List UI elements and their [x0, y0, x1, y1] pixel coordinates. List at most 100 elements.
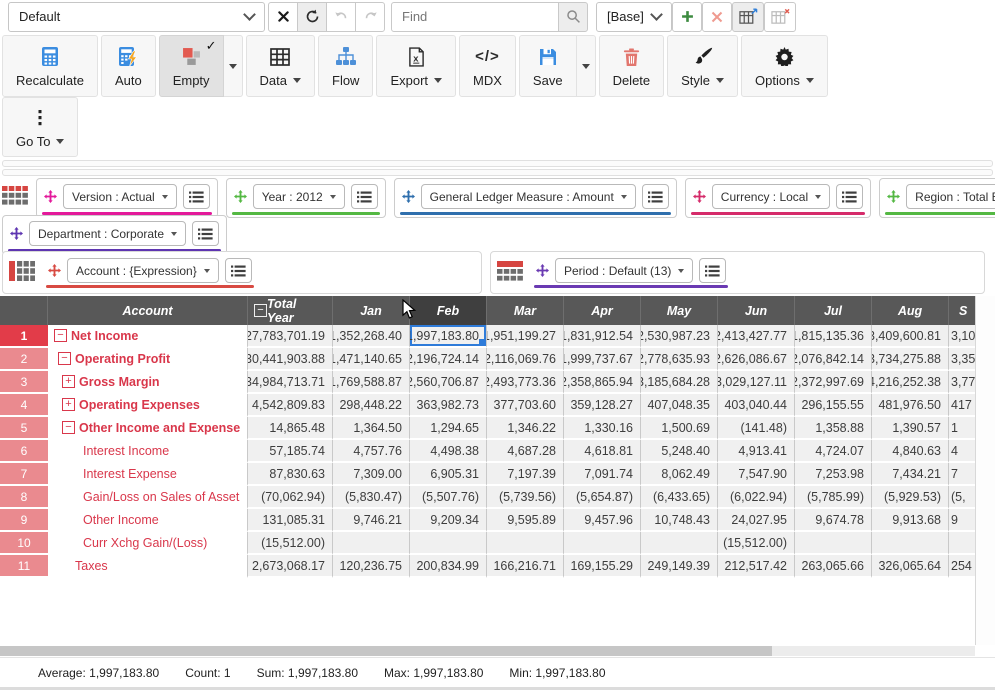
redo-button[interactable] [355, 2, 385, 32]
grid-cell[interactable]: 7,091.74 [564, 463, 641, 486]
grid-cell[interactable]: 298,448.22 [333, 394, 410, 417]
base-select[interactable]: [Base] [596, 2, 672, 32]
column-header-apr[interactable]: Apr [564, 296, 641, 325]
column-header-feb[interactable]: Feb [410, 296, 487, 325]
goto-button[interactable]: Go To [2, 97, 78, 157]
grid-cell[interactable]: 1,390.57 [872, 417, 949, 440]
row-header-11[interactable]: 11 [0, 555, 48, 578]
grid-cell[interactable]: 377,703.60 [487, 394, 564, 417]
chip-department-select[interactable]: Department : Corporate [29, 221, 186, 246]
grid-cell[interactable]: 7,434.21 [872, 463, 949, 486]
expand-icon[interactable]: + [62, 375, 75, 388]
chip-department-member-list-button[interactable] [192, 221, 219, 246]
grid-cell[interactable]: 1,471,140.65 [333, 348, 410, 371]
chip-version-select[interactable]: Version : Actual [63, 184, 177, 209]
grid-cell[interactable]: 1,294.65 [410, 417, 487, 440]
grid-cell[interactable]: 7 [949, 463, 975, 486]
auto-button[interactable]: Auto [101, 35, 156, 97]
collapse-icon[interactable]: − [58, 352, 71, 365]
grid-cell[interactable]: 3,029,127.11 [718, 371, 795, 394]
grid-cell[interactable]: 57,185.74 [248, 440, 333, 463]
grid-cell[interactable]: 30,441,903.88 [248, 348, 333, 371]
account-cell[interactable]: Other Income [48, 509, 248, 532]
collapse-icon[interactable]: − [54, 329, 67, 342]
chip-account-select[interactable]: Account : {Expression} [67, 258, 219, 283]
save-dropdown-button[interactable] [576, 35, 596, 97]
grid-cell[interactable]: 2,116,069.76 [487, 348, 564, 371]
flow-button[interactable]: Flow [318, 35, 373, 97]
save-button[interactable]: Save [519, 35, 577, 97]
grid-cell[interactable]: 9,595.89 [487, 509, 564, 532]
chip-currency-member-list-button[interactable] [836, 184, 863, 209]
grid-cell[interactable]: 200,834.99 [410, 555, 487, 578]
grid-cell[interactable]: (5,654.87) [564, 486, 641, 509]
grid-cell[interactable]: 7,197.39 [487, 463, 564, 486]
horizontal-scrollbar[interactable] [0, 646, 975, 656]
column-header-may[interactable]: May [641, 296, 718, 325]
grid-cell[interactable]: 254 [949, 555, 975, 578]
chip-measure-member-list-button[interactable] [642, 184, 669, 209]
grid-cell[interactable]: 3,734,275.88 [872, 348, 949, 371]
grid-cell[interactable]: (5,830.47) [333, 486, 410, 509]
grid-cell[interactable]: 2,493,773.36 [487, 371, 564, 394]
row-header-3[interactable]: 3 [0, 371, 48, 394]
empty-dropdown-button[interactable] [223, 35, 243, 97]
grid-cell[interactable]: (5,507.76) [410, 486, 487, 509]
grid-cell[interactable]: 2,372,997.69 [795, 371, 872, 394]
grid-cell[interactable]: 120,236.75 [333, 555, 410, 578]
grid-cell[interactable]: 3,774 [949, 371, 975, 394]
grid-cell[interactable]: 166,216.71 [487, 555, 564, 578]
row-header-2[interactable]: 2 [0, 348, 48, 371]
grid-cell[interactable]: 4 [949, 440, 975, 463]
grid-cell[interactable]: 7,253.98 [795, 463, 872, 486]
grid-cell[interactable]: 6,905.31 [410, 463, 487, 486]
grid-cell[interactable]: 359,128.27 [564, 394, 641, 417]
grid-cell[interactable]: (15,512.00) [718, 532, 795, 555]
grid-cell[interactable]: 4,913.41 [718, 440, 795, 463]
grid-cell[interactable]: 296,155.55 [795, 394, 872, 417]
account-cell[interactable]: +Gross Margin [48, 371, 248, 394]
grid-cell[interactable]: 169,155.29 [564, 555, 641, 578]
grid-cell[interactable]: 24,027.95 [718, 509, 795, 532]
grid-cell[interactable]: 2,778,635.93 [641, 348, 718, 371]
data-button[interactable]: Data [246, 35, 315, 97]
row-header-5[interactable]: 5 [0, 417, 48, 440]
grid-cell[interactable]: 4,687.28 [487, 440, 564, 463]
grid-cell[interactable]: 87,830.63 [248, 463, 333, 486]
column-header-aug[interactable]: Aug [872, 296, 949, 325]
grid-cell[interactable]: 34,984,713.71 [248, 371, 333, 394]
grid-cell[interactable] [564, 532, 641, 555]
grid-cell[interactable]: (5,785.99) [795, 486, 872, 509]
vertical-scrollbar[interactable] [975, 296, 995, 645]
grid-cell[interactable]: 1,352,268.40 [333, 325, 410, 348]
grid-cell[interactable]: 363,982.73 [410, 394, 487, 417]
delete-table-button[interactable] [764, 2, 796, 32]
grid-cell[interactable]: 4,498.38 [410, 440, 487, 463]
grid-cell[interactable]: 9,457.96 [564, 509, 641, 532]
column-header-account[interactable]: Account [48, 296, 248, 325]
grid-cell[interactable]: 4,618.81 [564, 440, 641, 463]
row-header-6[interactable]: 6 [0, 440, 48, 463]
grid-cell[interactable]: 1,346.22 [487, 417, 564, 440]
grid-cell[interactable]: 3,409,600.81 [872, 325, 949, 348]
grid-cell[interactable]: (5,739.56) [487, 486, 564, 509]
view-select[interactable]: Default [8, 2, 265, 32]
row-header-8[interactable]: 8 [0, 486, 48, 509]
close-view-button[interactable] [268, 2, 298, 32]
grid-cell[interactable]: 403,040.44 [718, 394, 795, 417]
column-header-jul[interactable]: Jul [795, 296, 872, 325]
horizontal-scrollbar-thumb[interactable] [0, 646, 772, 656]
grid-cell[interactable]: 10,748.43 [641, 509, 718, 532]
row-header-4[interactable]: 4 [0, 394, 48, 417]
grid-cell[interactable]: 1,815,135.36 [795, 325, 872, 348]
grid-cell[interactable]: 1,951,199.27 [487, 325, 564, 348]
account-cell[interactable]: Taxes [48, 555, 248, 578]
grid-cell[interactable] [487, 532, 564, 555]
grid-cell[interactable]: (6,433.65) [641, 486, 718, 509]
grid-cell[interactable]: 3,356 [949, 348, 975, 371]
column-header-s[interactable]: S [949, 296, 975, 325]
grid-cell[interactable]: 7,309.00 [333, 463, 410, 486]
grid-cell[interactable]: 212,517.42 [718, 555, 795, 578]
grid-cell[interactable]: 249,149.39 [641, 555, 718, 578]
grid-cell[interactable]: 1 [949, 417, 975, 440]
